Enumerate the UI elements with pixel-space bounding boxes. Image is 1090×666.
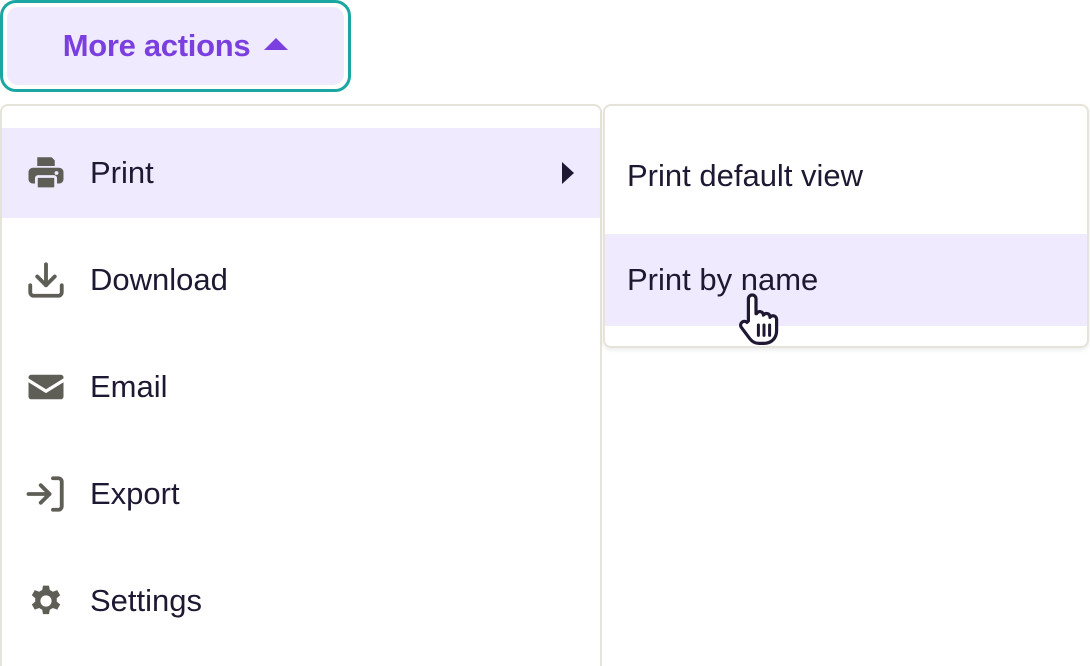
menu-item-export[interactable]: Export (2, 449, 600, 539)
envelope-icon (24, 365, 68, 409)
more-actions-button-inner[interactable]: More actions (7, 7, 344, 85)
submenu-item-label: Print by name (627, 262, 819, 297)
menu-item-email[interactable]: Email (2, 342, 600, 432)
gear-icon (24, 579, 68, 623)
actions-menu: Print Download Email Export Settings (0, 104, 602, 666)
menu-item-label: Email (90, 369, 168, 404)
menu-item-label: Download (90, 262, 228, 297)
submenu-item-print-by-name[interactable]: Print by name (605, 234, 1087, 326)
menu-item-download[interactable]: Download (2, 235, 600, 325)
download-icon (24, 258, 68, 302)
menu-item-label: Print (90, 155, 154, 190)
chevron-right-icon (562, 162, 574, 184)
print-submenu: Print default view Print by name (603, 104, 1089, 348)
submenu-item-print-default-view[interactable]: Print default view (605, 130, 1087, 222)
submenu-item-label: Print default view (627, 158, 864, 193)
menu-item-label: Settings (90, 583, 203, 618)
more-actions-button[interactable]: More actions (0, 0, 351, 92)
menu-item-settings[interactable]: Settings (2, 556, 600, 646)
export-icon (24, 472, 68, 516)
more-actions-label: More actions (62, 28, 251, 63)
menu-item-print[interactable]: Print (2, 128, 600, 218)
printer-icon (24, 151, 68, 195)
menu-item-label: Export (90, 476, 180, 511)
caret-up-icon (264, 38, 289, 50)
